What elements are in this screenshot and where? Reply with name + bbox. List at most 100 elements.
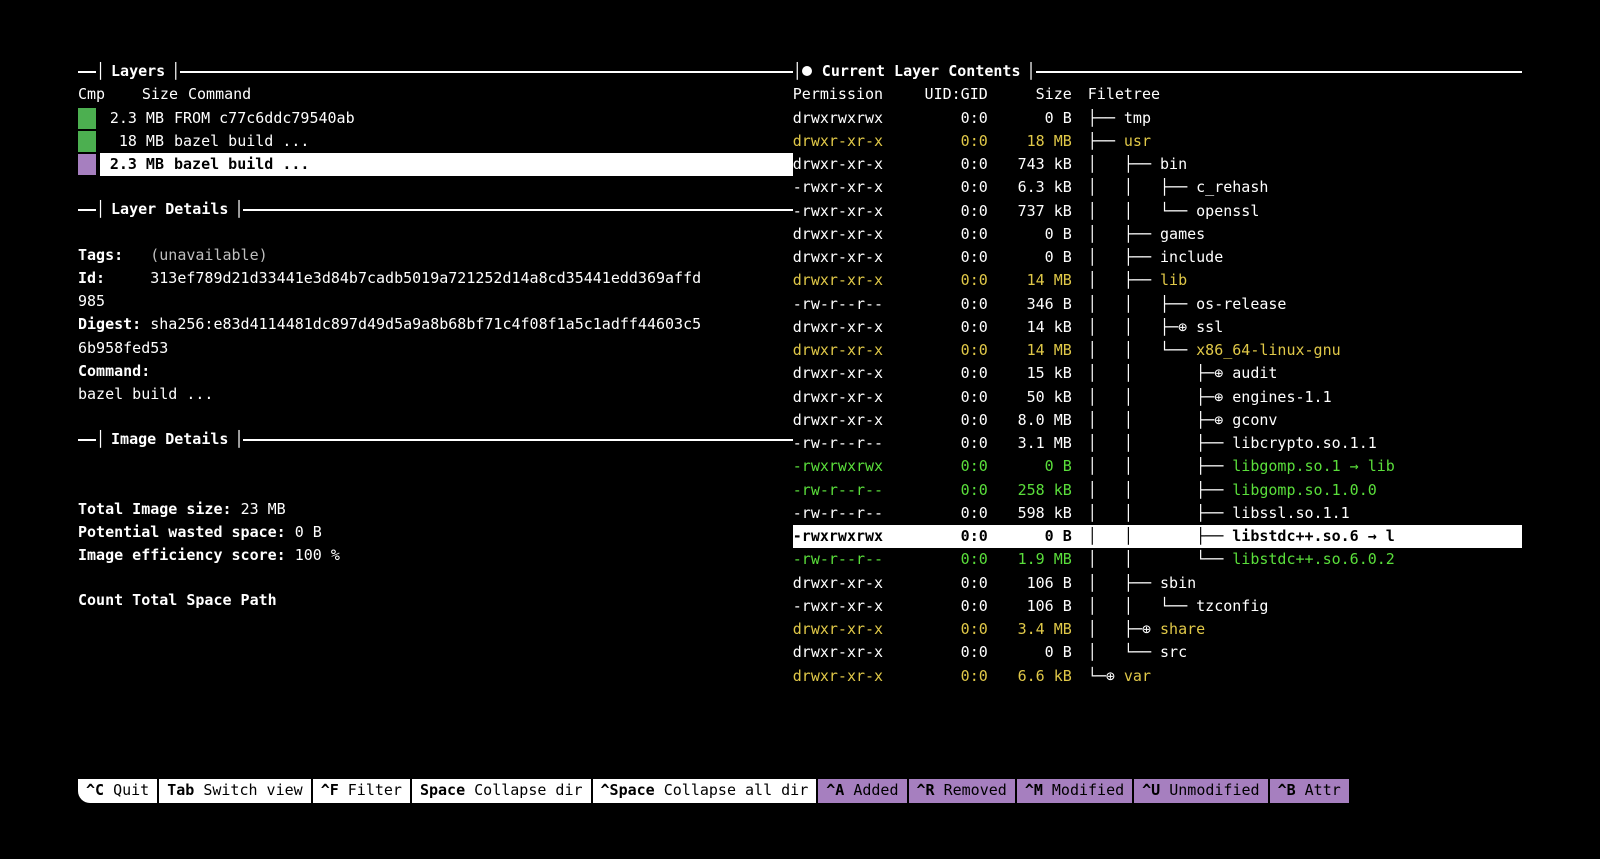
tree-branch-icon: │ ├─⊕ bbox=[1088, 618, 1160, 641]
layer-swatch bbox=[78, 108, 96, 129]
layer-size: 2.3 MB bbox=[100, 107, 174, 130]
file-size: 3.1 MB bbox=[998, 432, 1076, 455]
file-row[interactable]: drwxr-xr-x0:08.0 MB│ │ ├─⊕ gconv bbox=[793, 409, 1522, 432]
file-name: libstdc++.so.6.0.2 bbox=[1232, 550, 1395, 568]
file-size: 346 B bbox=[998, 293, 1076, 316]
statusbar-legend[interactable]: ^U Unmodified bbox=[1134, 779, 1269, 803]
tree-branch-icon: │ ├── bbox=[1088, 572, 1160, 595]
file-permission: drwxr-xr-x bbox=[793, 339, 908, 362]
image-details-title: Image Details bbox=[105, 428, 234, 451]
tree-branch-icon: ├── bbox=[1088, 107, 1124, 130]
layer-command: bazel build ... bbox=[174, 130, 793, 153]
statusbar-action[interactable]: Space Collapse dir bbox=[412, 779, 593, 803]
tree-branch-icon: └─⊕ bbox=[1088, 665, 1124, 688]
file-permission: drwxr-xr-x bbox=[793, 316, 908, 339]
image-details-header: │ Image Details │ bbox=[78, 428, 793, 451]
file-size: 0 B bbox=[998, 455, 1076, 478]
file-row[interactable]: drwxrwxrwx0:00 B├── tmp bbox=[793, 107, 1522, 130]
file-row[interactable]: -rw-r--r--0:01.9 MB│ │ └── libstdc++.so.… bbox=[793, 548, 1522, 571]
file-permission: drwxr-xr-x bbox=[793, 130, 908, 153]
file-row[interactable]: -rwxr-xr-x0:06.3 kB│ │ ├── c_rehash bbox=[793, 176, 1522, 199]
file-name: gconv bbox=[1232, 411, 1277, 429]
file-size: 1.9 MB bbox=[998, 548, 1076, 571]
tree-branch-icon: │ │ ├── bbox=[1088, 525, 1233, 548]
file-permission: drwxrwxrwx bbox=[793, 107, 908, 130]
file-uidgid: 0:0 bbox=[908, 176, 998, 199]
layer-details: Tags: (unavailable) Id: 313ef789d21d3344… bbox=[78, 244, 793, 407]
file-row[interactable]: drwxr-xr-x0:018 MB├── usr bbox=[793, 130, 1522, 153]
file-row[interactable]: -rw-r--r--0:0258 kB│ │ ├── libgomp.so.1.… bbox=[793, 479, 1522, 502]
file-uidgid: 0:0 bbox=[908, 618, 998, 641]
file-row[interactable]: drwxr-xr-x0:06.6 kB└─⊕ var bbox=[793, 665, 1522, 688]
statusbar-action[interactable]: ^Space Collapse all dir bbox=[593, 779, 819, 803]
file-row[interactable]: drwxr-xr-x0:03.4 MB│ ├─⊕ share bbox=[793, 618, 1522, 641]
file-size: 14 kB bbox=[998, 316, 1076, 339]
file-name: libgomp.so.1 → lib bbox=[1232, 457, 1395, 475]
col-cmp: Cmp bbox=[78, 83, 118, 106]
file-size: 598 kB bbox=[998, 502, 1076, 525]
file-name: src bbox=[1160, 643, 1187, 661]
file-row[interactable]: drwxr-xr-x0:00 B│ └── src bbox=[793, 641, 1522, 664]
file-uidgid: 0:0 bbox=[908, 432, 998, 455]
layer-row[interactable]: 18 MBbazel build ... bbox=[78, 130, 793, 153]
file-size: 50 kB bbox=[998, 386, 1076, 409]
statusbar-legend[interactable]: ^B Attr bbox=[1270, 779, 1351, 803]
file-row[interactable]: drwxr-xr-x0:0743 kB│ ├── bin bbox=[793, 153, 1522, 176]
tree-branch-icon: │ │ ├── bbox=[1088, 293, 1196, 316]
file-name: engines-1.1 bbox=[1232, 388, 1331, 406]
statusbar-action[interactable]: ^C Quit bbox=[78, 779, 159, 803]
file-row[interactable]: drwxr-xr-x0:0106 B│ ├── sbin bbox=[793, 572, 1522, 595]
file-row[interactable]: drwxr-xr-x0:014 MB│ ├── lib bbox=[793, 269, 1522, 292]
right-pane: │ Current Layer Contents │ Permission UI… bbox=[793, 60, 1522, 688]
file-permission: -rwxr-xr-x bbox=[793, 595, 908, 618]
layer-row[interactable]: 2.3 MBFROM c77c6ddc79540ab bbox=[78, 107, 793, 130]
file-row[interactable]: drwxr-xr-x0:014 MB│ │ └── x86_64-linux-g… bbox=[793, 339, 1522, 362]
file-row[interactable]: drwxr-xr-x0:015 kB│ │ ├─⊕ audit bbox=[793, 362, 1522, 385]
file-row[interactable]: -rwxr-xr-x0:0737 kB│ │ └── openssl bbox=[793, 200, 1522, 223]
layer-swatch bbox=[78, 131, 96, 152]
file-row[interactable]: -rw-r--r--0:0598 kB│ │ ├── libssl.so.1.1 bbox=[793, 502, 1522, 525]
file-uidgid: 0:0 bbox=[908, 548, 998, 571]
file-row[interactable]: -rwxr-xr-x0:0106 B│ │ └── tzconfig bbox=[793, 595, 1522, 618]
statusbar-legend[interactable]: ^R Removed bbox=[909, 779, 1017, 803]
file-permission: -rwxr-xr-x bbox=[793, 200, 908, 223]
file-row[interactable]: -rwxrwxrwx0:00 B│ │ ├── libgomp.so.1 → l… bbox=[793, 455, 1522, 478]
file-uidgid: 0:0 bbox=[908, 479, 998, 502]
layer-row[interactable]: 2.3 MBbazel build ... bbox=[78, 153, 793, 176]
file-list[interactable]: drwxrwxrwx0:00 B├── tmpdrwxr-xr-x0:018 M… bbox=[793, 107, 1522, 688]
layer-command: bazel build ... bbox=[174, 153, 793, 176]
file-permission: -rw-r--r-- bbox=[793, 432, 908, 455]
layer-command: FROM c77c6ddc79540ab bbox=[174, 107, 793, 130]
statusbar-action[interactable]: ^F Filter bbox=[313, 779, 412, 803]
file-name: libgomp.so.1.0.0 bbox=[1232, 481, 1377, 499]
tree-branch-icon: │ │ ├─⊕ bbox=[1088, 386, 1233, 409]
file-row[interactable]: drwxr-xr-x0:00 B│ ├── games bbox=[793, 223, 1522, 246]
file-row[interactable]: -rwxrwxrwx0:00 B│ │ ├── libstdc++.so.6 →… bbox=[793, 525, 1522, 548]
file-name: x86_64-linux-gnu bbox=[1196, 341, 1341, 359]
file-uidgid: 0:0 bbox=[908, 316, 998, 339]
statusbar-action[interactable]: Tab Switch view bbox=[159, 779, 312, 803]
file-permission: drwxr-xr-x bbox=[793, 572, 908, 595]
file-permission: drwxr-xr-x bbox=[793, 223, 908, 246]
file-name: bin bbox=[1160, 155, 1187, 173]
file-row[interactable]: drwxr-xr-x0:00 B│ ├── include bbox=[793, 246, 1522, 269]
file-row[interactable]: -rw-r--r--0:03.1 MB│ │ ├── libcrypto.so.… bbox=[793, 432, 1522, 455]
statusbar-legend[interactable]: ^A Added bbox=[818, 779, 908, 803]
file-row[interactable]: drwxr-xr-x0:050 kB│ │ ├─⊕ engines-1.1 bbox=[793, 386, 1522, 409]
file-size: 0 B bbox=[998, 246, 1076, 269]
statusbar-legend[interactable]: ^M Modified bbox=[1017, 779, 1134, 803]
file-uidgid: 0:0 bbox=[908, 665, 998, 688]
file-permission: drwxr-xr-x bbox=[793, 409, 908, 432]
tree-branch-icon: │ │ ├─⊕ bbox=[1088, 409, 1233, 432]
file-uidgid: 0:0 bbox=[908, 223, 998, 246]
file-size: 18 MB bbox=[998, 130, 1076, 153]
file-row[interactable]: drwxr-xr-x0:014 kB│ │ ├─⊕ ssl bbox=[793, 316, 1522, 339]
file-size: 0 B bbox=[998, 525, 1076, 548]
file-size: 15 kB bbox=[998, 362, 1076, 385]
file-uidgid: 0:0 bbox=[908, 572, 998, 595]
tree-branch-icon: │ │ ├── bbox=[1088, 502, 1233, 525]
file-size: 743 kB bbox=[998, 153, 1076, 176]
file-name: tmp bbox=[1124, 109, 1151, 127]
file-row[interactable]: -rw-r--r--0:0346 B│ │ ├── os-release bbox=[793, 293, 1522, 316]
file-name: libstdc++.so.6 → l bbox=[1232, 527, 1395, 545]
